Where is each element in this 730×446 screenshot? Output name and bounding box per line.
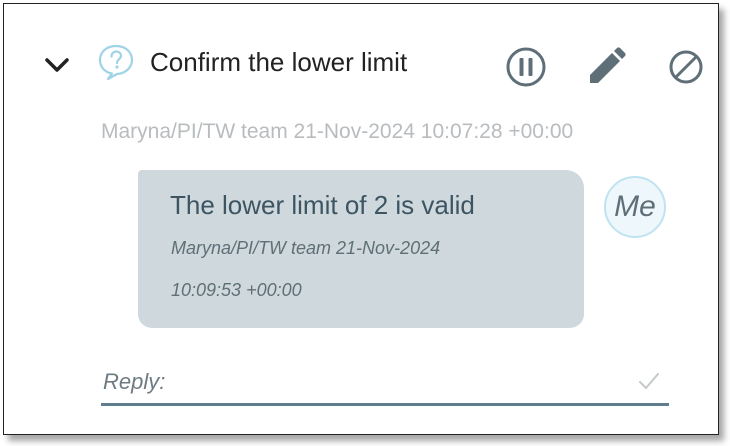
pencil-icon [590, 47, 626, 83]
cancel-icon [669, 50, 703, 84]
avatar: Me [604, 176, 666, 238]
comment-thread-panel: Confirm the lower limit Maryna/PI/TW tea… [3, 3, 719, 435]
comment-meta: Maryna/PI/TW team 21-Nov-2024 10:07:28 +… [101, 120, 574, 143]
pause-button[interactable] [503, 44, 549, 90]
edit-button[interactable] [583, 44, 629, 90]
question-bubble-icon [96, 42, 136, 82]
reply-input[interactable] [101, 364, 669, 406]
collapse-chevron-down-icon[interactable] [42, 52, 72, 78]
reply-meta-author-date: Maryna/PI/TW team 21-Nov-2024 [171, 238, 441, 258]
reply-bubble: The lower limit of 2 is valid Maryna/PI/… [138, 170, 584, 328]
pause-icon [506, 47, 546, 87]
comment-title: Confirm the lower limit [150, 47, 408, 77]
cancel-button[interactable] [663, 44, 709, 90]
reply-message-text: The lower limit of 2 is valid [170, 190, 475, 220]
submit-reply-check-icon[interactable] [636, 370, 662, 392]
reply-meta-time: 10:09:53 +00:00 [171, 280, 302, 300]
